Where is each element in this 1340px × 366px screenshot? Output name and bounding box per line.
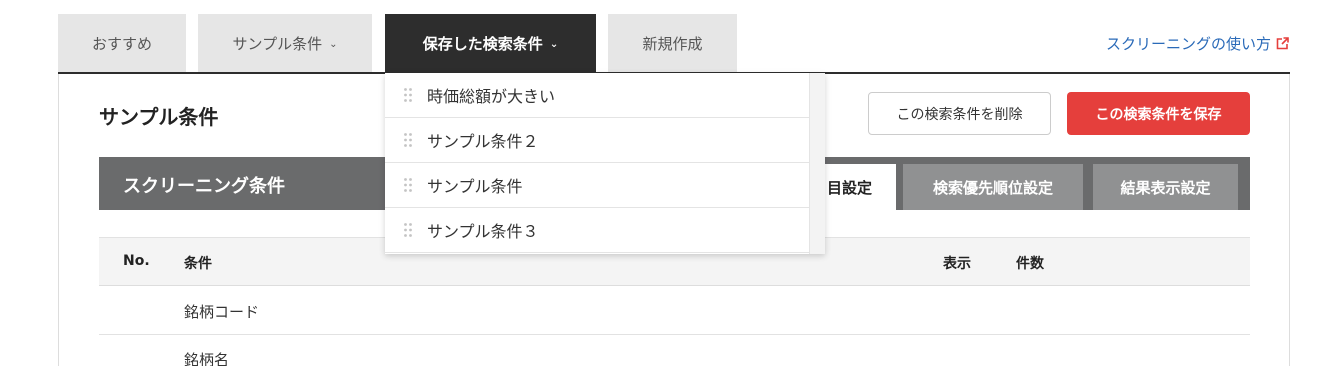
table-cell-condition: 銘柄名 [184,351,230,366]
tab-result-display-settings[interactable]: 結果表示設定 [1093,164,1238,210]
drag-handle-icon[interactable] [403,222,413,238]
dropdown-item[interactable]: サンプル条件 [385,163,809,208]
tab-sample-condition[interactable]: サンプル条件 ⌄ [198,14,372,73]
dropdown-item-label: サンプル条件３ [427,222,539,241]
tab-label: おすすめ [91,35,152,53]
dropdown-item[interactable]: 時価総額が大きい [385,73,809,118]
dropdown-item[interactable]: サンプル条件３ [385,208,809,253]
chevron-down-icon: ⌄ [549,39,559,50]
dropdown-item[interactable]: サンプル条件２ [385,118,809,163]
dropdown-item-label: 時価総額が大きい [427,87,556,106]
tab-label: 保存した検索条件 [422,35,543,53]
tab-recommended[interactable]: おすすめ [58,14,186,73]
tab-label: 目設定 [826,178,872,197]
delete-condition-button[interactable]: この検索条件を削除 [868,92,1051,135]
table-row [99,335,1250,366]
column-header-no: No. [123,253,150,269]
dropdown-scrollbar[interactable] [809,73,825,254]
tab-label: サンプル条件 [232,35,323,53]
column-header-count: 件数 [1016,256,1044,272]
tab-label: 結果表示設定 [1120,178,1211,197]
drag-handle-icon[interactable] [403,177,413,193]
save-condition-button[interactable]: この検索条件を保存 [1067,92,1250,135]
dropdown-item-label: サンプル条件 [427,177,523,196]
tab-saved-conditions[interactable]: 保存した検索条件 ⌄ [385,14,596,73]
page-title: サンプル条件 [99,105,219,129]
dropdown-item-label: サンプル条件２ [427,132,539,151]
drag-handle-icon[interactable] [403,132,413,148]
tab-label: 検索優先順位設定 [932,178,1053,197]
table-row [99,286,1250,335]
help-link[interactable]: スクリーニングの使い方 [1106,33,1289,54]
saved-conditions-dropdown: 時価総額が大きい サンプル条件２ サンプル条件 サンプル条件３ [385,73,825,254]
tab-priority-settings[interactable]: 検索優先順位設定 [903,164,1083,210]
column-header-condition: 条件 [184,256,212,272]
column-header-display: 表示 [943,256,971,272]
help-link-label: スクリーニングの使い方 [1105,35,1271,53]
tab-label: 新規作成 [642,35,703,53]
drag-handle-icon[interactable] [403,87,413,103]
tab-new[interactable]: 新規作成 [608,14,737,73]
external-link-icon [1276,37,1289,50]
table-cell-condition: 銘柄コード [184,303,260,321]
chevron-down-icon: ⌄ [329,39,338,50]
screening-title: スクリーニング条件 [123,176,285,197]
